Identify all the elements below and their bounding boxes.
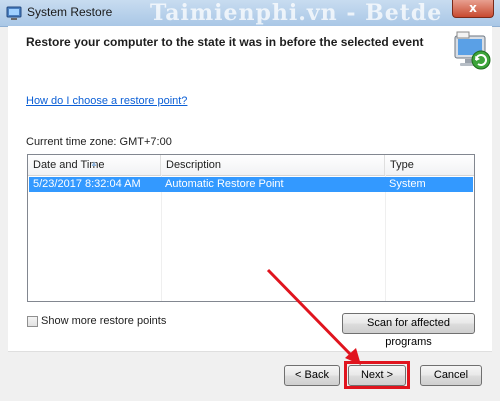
table-row[interactable]: 5/23/2017 8:32:04 AM Automatic Restore P… <box>29 177 473 192</box>
show-more-label: Show more restore points <box>41 315 167 327</box>
back-button[interactable]: < Back <box>284 365 340 386</box>
show-more-checkbox[interactable] <box>27 316 38 327</box>
system-restore-window: System Restore Taimienphi.vn - Betde x R… <box>0 0 500 401</box>
window-title: System Restore <box>27 5 113 19</box>
column-header-date[interactable]: Date and Time ▲ <box>28 155 161 175</box>
column-divider <box>385 175 386 301</box>
timezone-label: Current time zone: GMT+7:00 <box>26 136 172 148</box>
scan-affected-programs-button[interactable]: Scan for affected programs <box>342 313 475 348</box>
column-divider <box>161 175 162 301</box>
page-heading: Restore your computer to the state it wa… <box>26 35 424 49</box>
next-button[interactable]: Next > <box>348 365 406 386</box>
close-icon: x <box>469 1 477 15</box>
wizard-content: How do I choose a restore point? Current… <box>8 79 492 351</box>
column-header-label: Type <box>390 159 414 171</box>
row-description: Automatic Restore Point <box>165 178 284 190</box>
row-type: System <box>389 178 426 190</box>
column-header-label: Description <box>166 159 222 171</box>
title-bar[interactable]: System Restore Taimienphi.vn - Betde x <box>0 0 500 27</box>
list-header: Date and Time ▲ Description Type <box>28 155 474 176</box>
system-restore-icon <box>454 31 491 70</box>
sort-arrow-icon: ▲ <box>90 159 98 168</box>
system-restore-app-icon <box>6 6 22 20</box>
restore-point-list[interactable]: Date and Time ▲ Description Type 5/23/20… <box>27 154 475 302</box>
wizard-header: Restore your computer to the state it wa… <box>8 26 492 79</box>
footer-divider <box>8 351 492 352</box>
row-date: 5/23/2017 8:32:04 AM <box>33 178 141 190</box>
watermark-text: Taimienphi.vn - Betde <box>150 0 443 26</box>
column-header-type[interactable]: Type <box>385 155 474 175</box>
close-button[interactable]: x <box>452 0 494 18</box>
column-header-description[interactable]: Description <box>161 155 385 175</box>
cancel-button[interactable]: Cancel <box>420 365 482 386</box>
help-link[interactable]: How do I choose a restore point? <box>26 95 187 107</box>
